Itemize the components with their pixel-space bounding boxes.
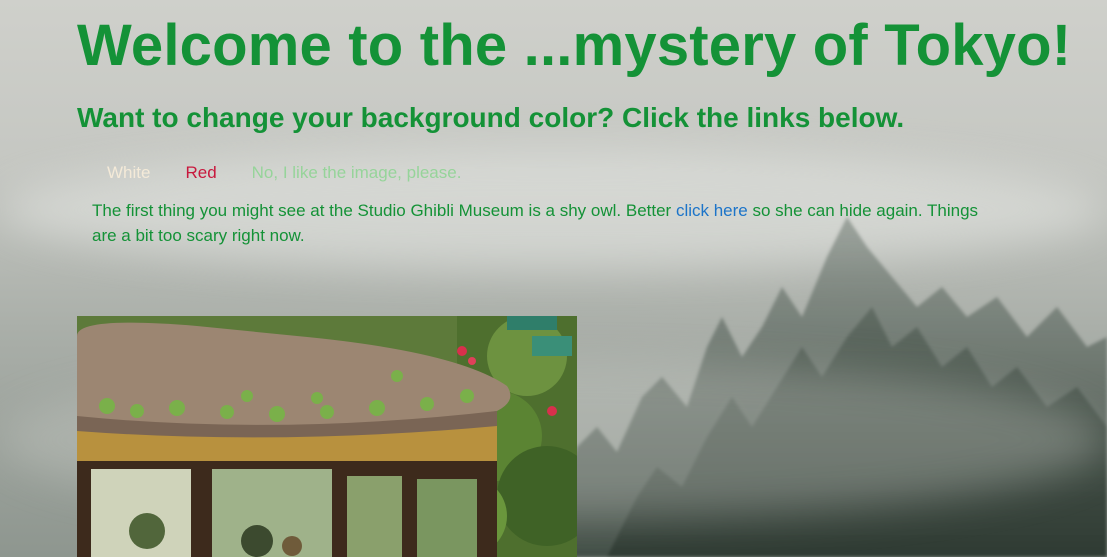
page-title: Welcome to the ...mystery of Tokyo! bbox=[77, 13, 1072, 78]
intro-text-before: The first thing you might see at the Stu… bbox=[92, 201, 676, 220]
image-background-link[interactable]: No, I like the image, please. bbox=[252, 162, 462, 184]
intro-paragraph: The first thing you might see at the Stu… bbox=[92, 198, 1002, 248]
page-subtitle: Want to change your background color? Cl… bbox=[77, 102, 905, 133]
museum-photo-drawing bbox=[77, 316, 577, 557]
studio-ghibli-museum-photo bbox=[77, 316, 577, 557]
white-background-link[interactable]: White bbox=[107, 162, 150, 184]
click-here-link[interactable]: click here bbox=[676, 201, 748, 220]
background-color-links: White Red No, I like the image, please. bbox=[107, 162, 1077, 184]
red-background-link[interactable]: Red bbox=[185, 162, 216, 184]
main-content: Welcome to the ...mystery of Tokyo! Want… bbox=[77, 0, 1077, 248]
